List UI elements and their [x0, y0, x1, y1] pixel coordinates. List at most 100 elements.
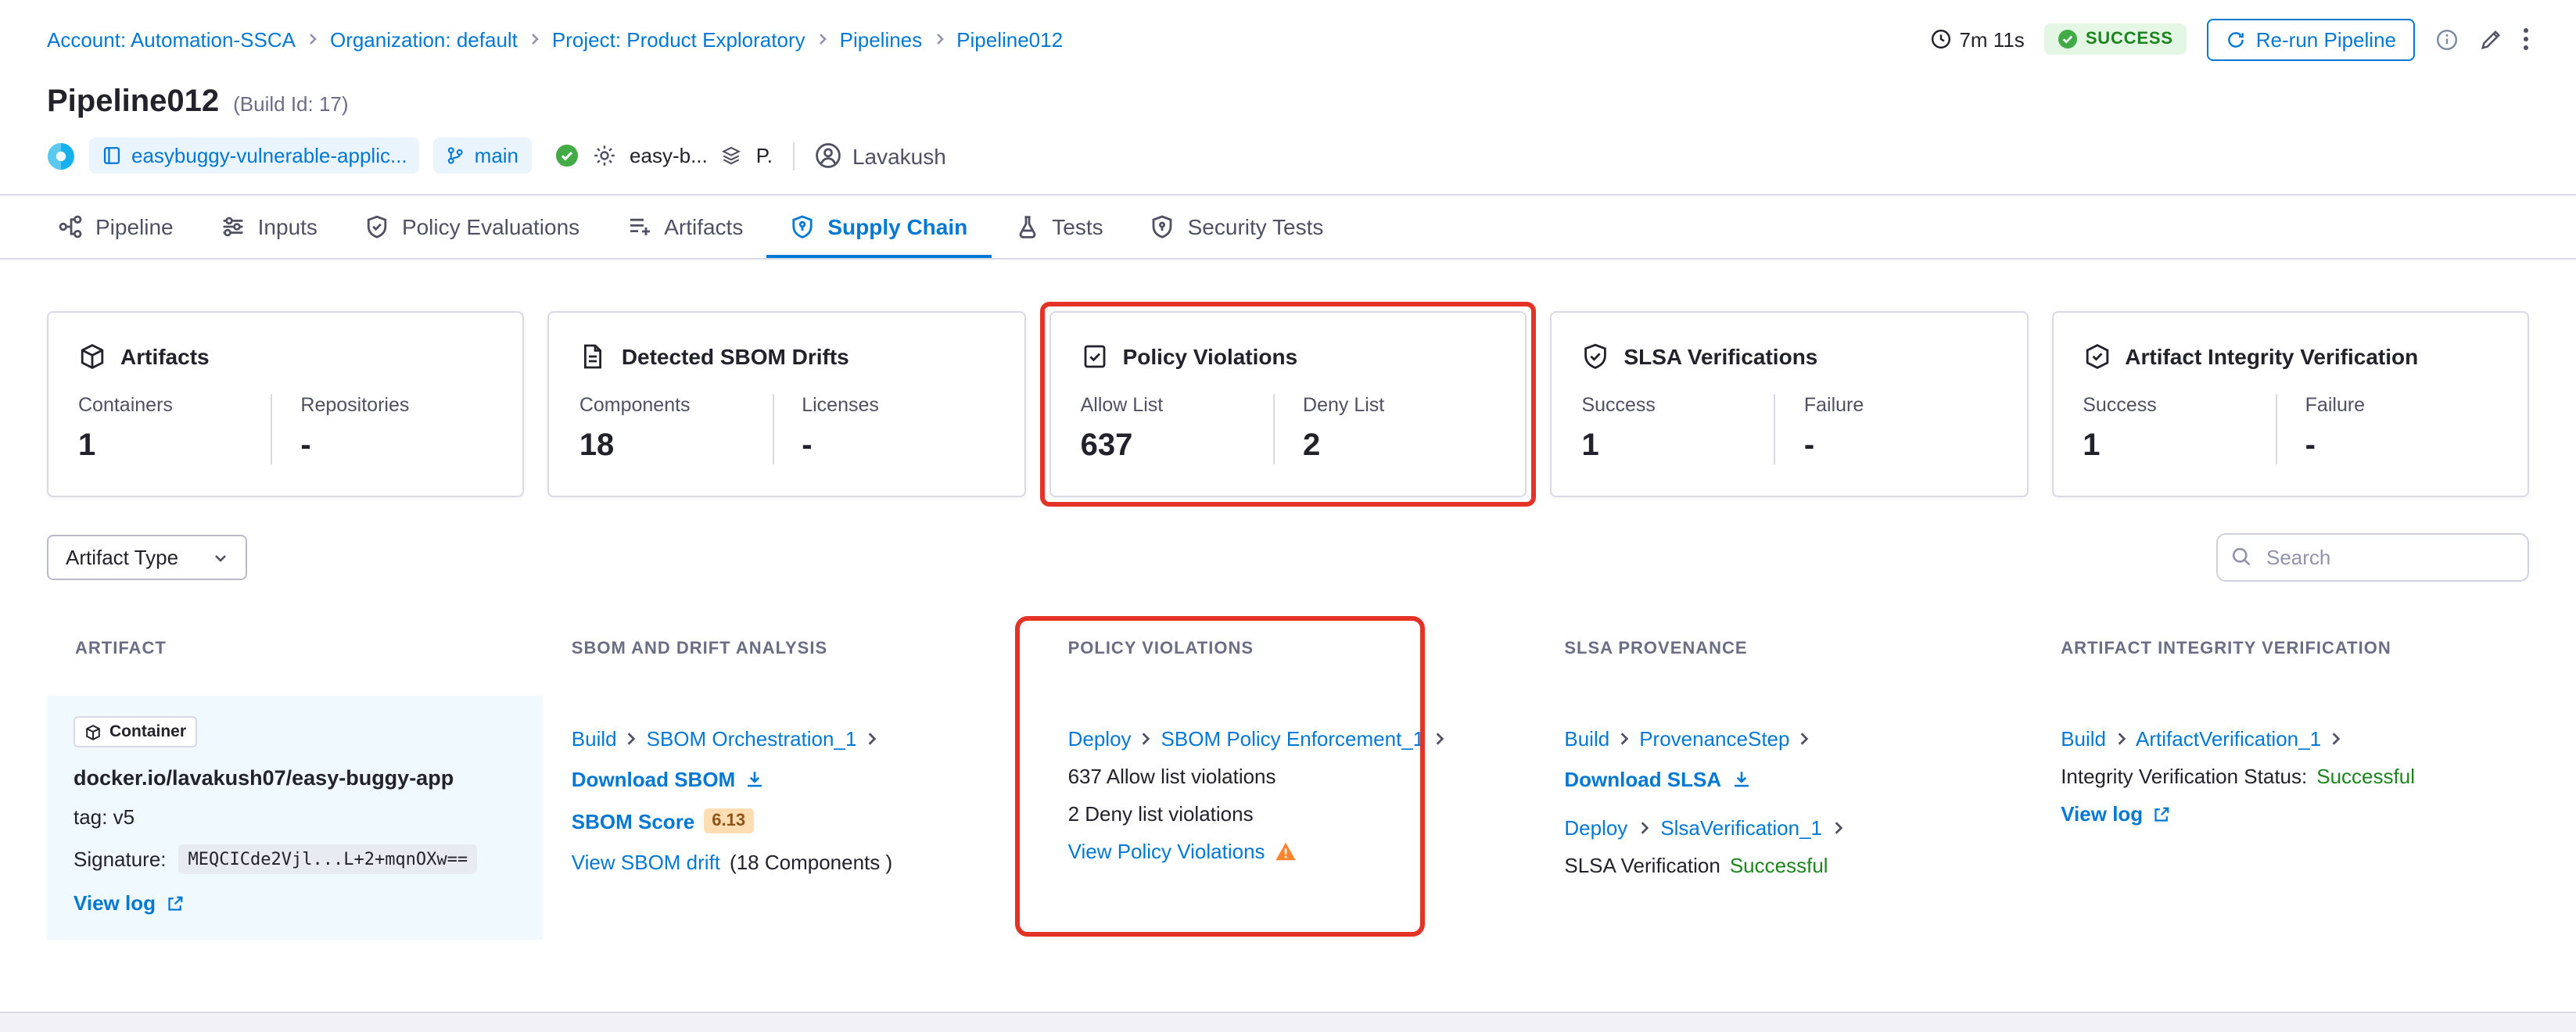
step-link[interactable]: SBOM Policy Enforcement_1	[1161, 727, 1425, 751]
chevron-right-icon	[307, 33, 319, 45]
download-sbom-link[interactable]: Download SBOM	[572, 768, 735, 791]
artifacts-icon	[626, 214, 651, 239]
breadcrumb: Account: Automation-SSCA Organization: d…	[47, 27, 1063, 51]
metric-slsa-failure: Failure -	[1774, 394, 1997, 464]
stage-success-icon	[554, 144, 578, 167]
breadcrumb-project[interactable]: Project: Product Exploratory	[552, 27, 805, 51]
integrity-status-value: Successful	[2316, 765, 2415, 788]
breadcrumb-organization[interactable]: Organization: default	[330, 27, 518, 51]
pencil-icon	[2479, 27, 2502, 51]
table-header-row: ARTIFACT SBOM AND DRIFT ANALYSIS POLICY …	[47, 640, 2529, 658]
tab-label: Pipeline	[95, 214, 174, 239]
ci-module-icon	[47, 142, 75, 170]
repository-chip[interactable]: easybuggy-vulnerable-applic...	[89, 138, 420, 174]
repository-icon	[102, 145, 122, 166]
info-icon	[2435, 27, 2459, 51]
chevron-right-icon	[2114, 732, 2128, 746]
slsa-provenance-cell: Build ProvenanceStep Download SLSA Deplo…	[1536, 696, 2032, 940]
tab-policy-evaluations[interactable]: Policy Evaluations	[341, 195, 603, 258]
view-log-link[interactable]: View log	[74, 891, 156, 915]
card-slsa-verifications: SLSA Verifications Success 1 Failure -	[1550, 311, 2028, 497]
triggered-by-user: Lavakush	[815, 142, 946, 169]
branch-chip[interactable]: main	[434, 138, 531, 174]
download-icon	[1731, 769, 1751, 790]
view-sbom-drift-link[interactable]: View SBOM drift	[572, 851, 720, 874]
stage-link[interactable]: Build	[1564, 727, 1609, 751]
tab-inputs[interactable]: Inputs	[197, 195, 341, 258]
user-avatar-icon	[815, 142, 841, 169]
view-log-link[interactable]: View log	[2061, 802, 2143, 826]
card-title: Detected SBOM Drifts	[622, 344, 849, 369]
tab-label: Inputs	[258, 214, 318, 239]
tab-artifacts[interactable]: Artifacts	[603, 195, 766, 258]
stage-link[interactable]: Build	[572, 727, 617, 751]
artifact-type-dropdown[interactable]: Artifact Type	[47, 535, 247, 580]
slsa-step-line-2: Deploy SlsaVerification_1	[1564, 816, 2004, 840]
duration-text: 7m 11s	[1959, 27, 2024, 51]
tab-label: Artifacts	[664, 214, 743, 239]
warning-icon	[1275, 841, 1297, 862]
status-text: SUCCESS	[2086, 30, 2173, 48]
step-link[interactable]: ArtifactVerification_1	[2136, 727, 2321, 751]
refresh-icon	[2226, 29, 2247, 49]
view-policy-violations-link[interactable]: View Policy Violations	[1068, 840, 1265, 863]
chevron-right-icon	[529, 33, 541, 45]
git-branch-icon	[447, 145, 465, 166]
slsa-verification-label: SLSA Verification	[1564, 854, 1720, 877]
metric-allow-list: Allow List 637	[1081, 394, 1273, 464]
metric-slsa-success: Success 1	[1581, 394, 1774, 464]
artifacts-card-icon	[78, 342, 106, 371]
edit-pipeline-button[interactable]	[2479, 27, 2502, 51]
stage-link[interactable]: Build	[2061, 727, 2106, 751]
chevron-right-icon	[625, 732, 639, 746]
breadcrumb-pipeline012[interactable]: Pipeline012	[956, 27, 1063, 51]
artifacts-table: ARTIFACT SBOM AND DRIFT ANALYSIS POLICY …	[47, 640, 2529, 977]
download-sbom-line: Download SBOM	[572, 768, 1012, 791]
rerun-pipeline-button[interactable]: Re-run Pipeline	[2208, 18, 2415, 60]
tab-pipeline[interactable]: Pipeline	[34, 195, 197, 258]
metric-components: Components 18	[579, 394, 772, 464]
page-title: Pipeline012	[47, 84, 219, 120]
container-type-badge: Container	[74, 716, 197, 747]
chevron-down-icon	[213, 550, 228, 565]
build-id: (Build Id: 17)	[233, 92, 348, 116]
info-button[interactable]	[2435, 27, 2459, 51]
tab-security-tests[interactable]: Security Tests	[1127, 195, 1347, 258]
breadcrumb-pipelines[interactable]: Pipelines	[840, 27, 923, 51]
environment-name: P.	[756, 144, 773, 167]
step-link[interactable]: SlsaVerification_1	[1660, 816, 1822, 840]
view-policy-violations-line: View Policy Violations	[1068, 840, 1509, 863]
step-link[interactable]: ProvenanceStep	[1639, 727, 1789, 751]
integrity-status-line: Integrity Verification Status: Successfu…	[2061, 765, 2501, 788]
tab-tests[interactable]: Tests	[991, 195, 1126, 258]
execution-meta-row: easybuggy-vulnerable-applic... main easy…	[0, 120, 2576, 194]
card-title: Artifact Integrity Verification	[2125, 344, 2418, 369]
check-circle-icon	[2059, 30, 2078, 48]
duration: 7m 11s	[1929, 27, 2024, 51]
search-icon	[2230, 546, 2252, 568]
tab-supply-chain[interactable]: Supply Chain	[766, 195, 991, 258]
card-title: Policy Violations	[1123, 344, 1298, 369]
search-input[interactable]	[2216, 533, 2529, 582]
chevron-right-icon	[1432, 732, 1446, 746]
page: Account: Automation-SSCA Organization: d…	[0, 0, 2576, 1032]
stage-link[interactable]: Deploy	[1068, 727, 1132, 751]
download-slsa-link[interactable]: Download SLSA	[1564, 768, 1721, 791]
card-title: SLSA Verifications	[1623, 344, 1817, 369]
title-row: Pipeline012 (Build Id: 17)	[0, 78, 2576, 120]
artifact-tag: tag: v5	[74, 805, 517, 829]
step-link[interactable]: SBOM Orchestration_1	[647, 727, 857, 751]
chevron-right-icon	[933, 33, 945, 45]
inputs-icon	[221, 214, 246, 239]
supply-chain-icon	[790, 214, 815, 239]
environment-icon	[722, 145, 742, 166]
more-options-button[interactable]	[2523, 27, 2529, 52]
breadcrumb-account[interactable]: Account: Automation-SSCA	[47, 27, 296, 51]
chevron-right-icon	[1139, 732, 1153, 746]
artifact-image-name: docker.io/lavakush07/easy-buggy-app	[74, 766, 517, 790]
artifact-view-log-line: View log	[74, 891, 517, 915]
tests-flask-icon	[1014, 214, 1039, 239]
sbom-cell: Build SBOM Orchestration_1 Download SBOM…	[544, 696, 1040, 940]
stage-link[interactable]: Deploy	[1564, 816, 1627, 840]
sbom-score-link[interactable]: SBOM Score	[572, 809, 695, 833]
